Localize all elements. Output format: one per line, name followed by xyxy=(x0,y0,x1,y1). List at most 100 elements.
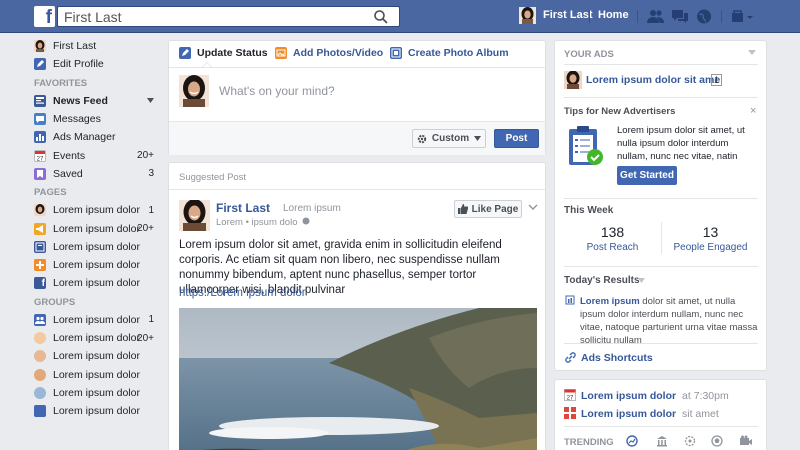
create-page-icon xyxy=(34,259,46,272)
tab-update-status[interactable]: Update Status xyxy=(179,47,268,59)
event-title[interactable]: Lorem ipsum dolor xyxy=(581,390,676,402)
ad-thumbnail[interactable] xyxy=(564,71,582,89)
audience-selector[interactable]: Custom xyxy=(412,129,486,148)
sidebar-item-page[interactable]: f Lorem ipsum dolor xyxy=(34,274,162,292)
this-week-heading: This Week xyxy=(564,205,614,216)
sidebar-item-group[interactable]: Lorem ipsum dolor xyxy=(34,384,162,402)
politics-icon[interactable] xyxy=(656,435,668,447)
messages-icon[interactable] xyxy=(670,8,690,25)
home-link[interactable]: Home xyxy=(598,9,629,21)
sidebar-item-page[interactable]: Lorem ipsum dolor xyxy=(34,238,162,256)
event-item[interactable]: Lorem ipsum dolor sit amet xyxy=(581,408,719,420)
result-link[interactable]: Lorem ipsum xyxy=(580,296,640,307)
sidebar-item-label: Lorem ipsum dolor xyxy=(53,222,140,235)
chevron-down-icon[interactable] xyxy=(147,98,154,104)
chevron-down-icon[interactable] xyxy=(638,278,645,283)
sidebar-item-group[interactable]: Lorem ipsum dolor xyxy=(34,365,162,383)
post-author-avatar[interactable] xyxy=(179,200,210,231)
entertainment-icon[interactable] xyxy=(739,435,753,447)
search-box[interactable] xyxy=(57,6,400,27)
sidebar-item-label: Lorem ipsum dolor xyxy=(53,368,140,381)
tab-label: Add Photos/Video xyxy=(293,47,384,59)
get-started-button[interactable]: Get Started xyxy=(617,166,677,185)
bookmark-icon xyxy=(34,167,46,180)
status-composer: Update Status Add Photos/Video Create Ph… xyxy=(168,40,546,155)
user-avatar[interactable] xyxy=(519,7,536,24)
sidebar-item-label: Lorem ipsum dolor xyxy=(53,277,140,290)
post-reach-value: 138 xyxy=(600,224,625,240)
sidebar-item-news-feed[interactable]: News Feed xyxy=(34,92,162,110)
group-count: 1 xyxy=(148,314,154,326)
people-engaged-label[interactable]: People Engaged xyxy=(662,242,759,253)
facebook-logo[interactable]: f xyxy=(34,6,55,27)
post-photo[interactable] xyxy=(179,308,537,450)
sidebar-item-group[interactable]: Lorem ipsum dolor 20+ xyxy=(34,329,162,347)
saved-count: 3 xyxy=(148,168,154,180)
friend-requests-icon[interactable] xyxy=(646,8,666,25)
page-avatar xyxy=(34,204,46,217)
post-link[interactable]: https:/Lorem ipsum dolor xyxy=(179,287,306,299)
post-reach-label[interactable]: Post Reach xyxy=(564,242,661,253)
group-emoji-icon xyxy=(34,350,46,363)
composer-footer: Custom Post xyxy=(169,121,545,155)
sidebar-item-label: Lorem ipsum dolor xyxy=(53,240,140,253)
sidebar-item-label: Lorem ipsum dolor xyxy=(53,386,140,399)
divider xyxy=(564,426,758,427)
your-ads-heading: YOUR ADS xyxy=(564,49,614,60)
megaphone-icon xyxy=(34,222,46,235)
sidebar-item-page[interactable]: Lorem ipsum dolor 20+ xyxy=(34,219,162,237)
status-input[interactable]: What's on your mind? xyxy=(219,84,335,98)
tab-create-album[interactable]: Create Photo Album xyxy=(390,47,509,59)
sidebar-item-events[interactable]: 27 Events 20+ xyxy=(34,146,162,164)
post-author-name[interactable]: First Last xyxy=(216,201,270,215)
link-chain-icon xyxy=(565,352,576,363)
close-icon[interactable]: × xyxy=(750,105,756,117)
sidebar-item-label: Lorem ipsum dolor xyxy=(53,259,140,272)
events-trending-panel: 27 Lorem ipsum dolor at 7:30pm Lorem ips… xyxy=(554,379,767,450)
sidebar-item-page[interactable]: Lorem ipsum dolor xyxy=(34,256,162,274)
trending-icon[interactable] xyxy=(626,435,638,447)
event-item[interactable]: Lorem ipsum dolor at 7:30pm xyxy=(581,390,729,402)
calendar-icon: 27 xyxy=(34,149,46,162)
page-count: 1 xyxy=(148,204,154,216)
event-title[interactable]: Lorem ipsum dolor xyxy=(581,408,676,420)
ad-name-link[interactable]: Lorem ipsum dolor sit ame xyxy=(586,74,720,86)
profile-avatar xyxy=(34,40,46,53)
divider xyxy=(564,97,758,98)
news-feed-icon xyxy=(34,94,46,107)
sports-icon[interactable] xyxy=(711,435,723,447)
like-page-button[interactable]: Like Page xyxy=(454,200,522,218)
sidebar-item-edit-profile[interactable]: Edit Profile xyxy=(34,55,162,73)
sidebar-item-page[interactable]: Lorem ipsum dolor 1 xyxy=(34,201,162,219)
sidebar-item-messages[interactable]: Messages xyxy=(34,110,162,128)
post-meta-text: Lorem • ipsum dolo xyxy=(216,217,298,228)
sidebar-item-saved[interactable]: Saved 3 xyxy=(34,165,162,183)
notifications-globe-icon[interactable] xyxy=(694,8,714,25)
sidebar-item-label: Ads Manager xyxy=(53,131,116,144)
sidebar-item-profile[interactable]: First Last xyxy=(34,37,162,55)
sidebar-item-group[interactable]: Lorem ipsum dolor 1 xyxy=(34,311,162,329)
messages-icon xyxy=(34,113,46,126)
sidebar-item-ads-manager[interactable]: Ads Manager xyxy=(34,128,162,146)
search-input[interactable] xyxy=(58,7,358,26)
tab-label: Update Status xyxy=(197,47,268,59)
tab-add-photos[interactable]: Add Photos/Video xyxy=(275,47,383,59)
post-button[interactable]: Post xyxy=(494,129,539,148)
settings-icon[interactable] xyxy=(730,8,754,25)
group-emoji-icon xyxy=(34,368,46,381)
chevron-down-icon xyxy=(474,136,482,141)
divider xyxy=(589,10,590,23)
gift-icon xyxy=(564,407,576,419)
chevron-down-icon[interactable] xyxy=(748,50,756,56)
search-icon[interactable] xyxy=(373,9,389,25)
chevron-down-icon[interactable] xyxy=(528,202,538,212)
science-icon[interactable] xyxy=(684,435,696,447)
composer-avatar xyxy=(179,75,209,107)
sidebar-item-label: Lorem ipsum dolor xyxy=(53,350,140,363)
sidebar-item-group[interactable]: Lorem ipsum dolor xyxy=(34,347,162,365)
photo-icon xyxy=(275,47,287,59)
like-page-label: Like Page xyxy=(471,203,519,215)
ads-shortcuts-link[interactable]: Ads Shortcuts xyxy=(581,352,653,364)
profile-link[interactable]: First Last xyxy=(543,9,593,21)
sidebar-item-group[interactable]: Lorem ipsum dolor xyxy=(34,402,162,420)
